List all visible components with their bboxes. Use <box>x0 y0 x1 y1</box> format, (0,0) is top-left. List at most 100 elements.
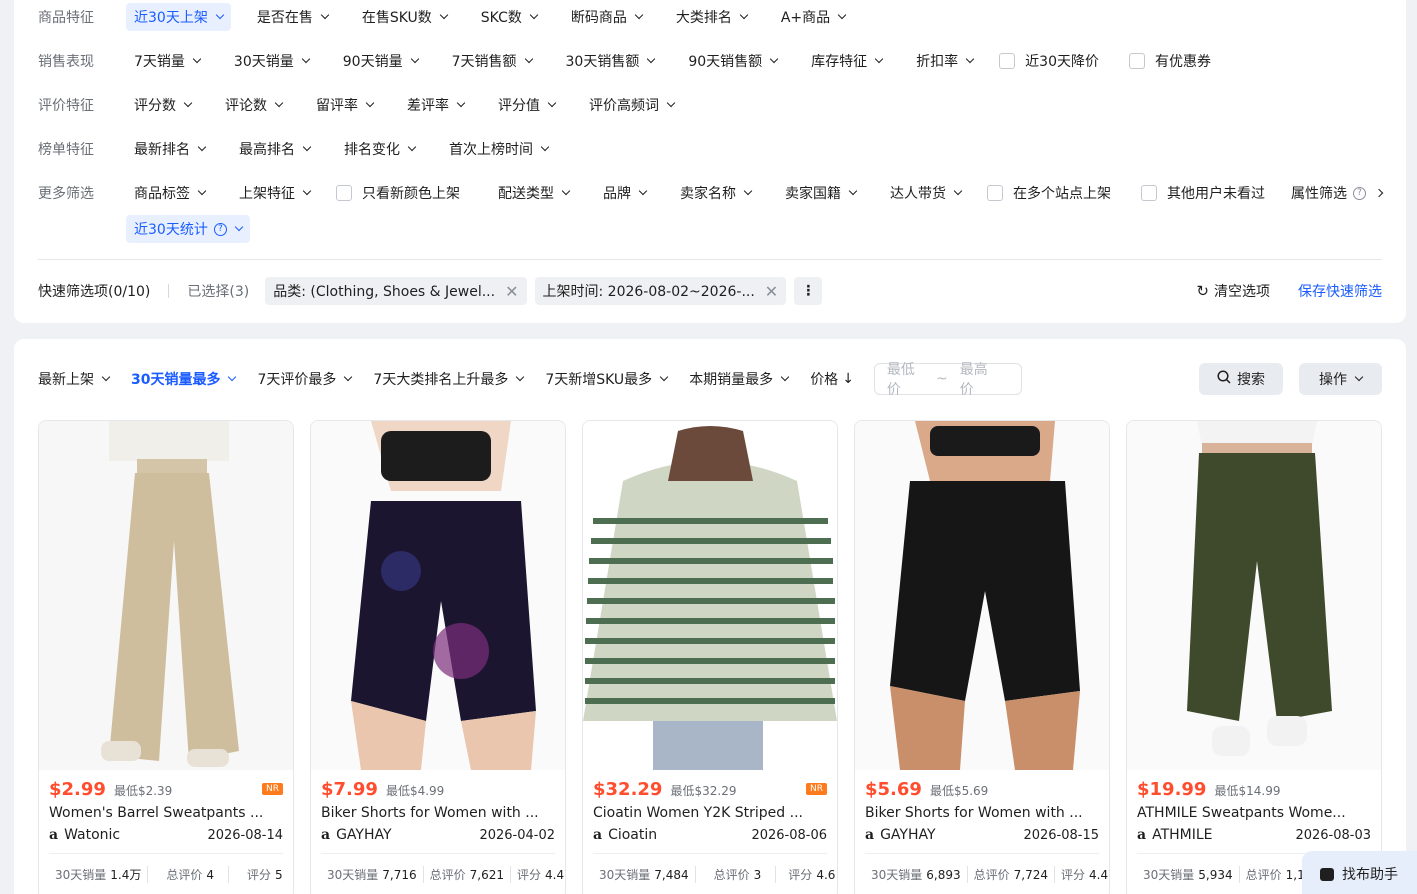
stat-label: 30天销量 <box>1143 868 1195 882</box>
product-title[interactable]: Cioatin Women Y2K Striped ... <box>593 805 827 821</box>
filter-chip-first-listed[interactable]: 首次上榜时间 <box>441 135 556 163</box>
product-title[interactable]: Biker Shorts for Women with ... <box>321 805 555 821</box>
filter-chip-review-count[interactable]: 评论数 <box>217 91 290 119</box>
seller-name[interactable]: Cioatin <box>608 827 657 843</box>
search-label: 搜索 <box>1237 372 1265 388</box>
checkbox-box[interactable] <box>987 185 1003 201</box>
sort-price[interactable]: 价格 ↓ <box>810 369 854 389</box>
sort-rank-rise[interactable]: 7天大类排名上升最多 <box>373 369 525 389</box>
product-image[interactable] <box>583 421 837 770</box>
close-icon[interactable]: ✕ <box>765 282 778 301</box>
filter-chip-skc-count[interactable]: SKC数 <box>473 3 545 31</box>
lowest-price: 最低$4.99 <box>385 784 445 798</box>
filter-chip-negative-rate[interactable]: 差评率 <box>399 91 472 119</box>
seller-name[interactable]: ATHMILE <box>1152 827 1212 843</box>
chip-label: 卖家国籍 <box>785 186 841 202</box>
filter-chip-product-tag[interactable]: 商品标签 <box>126 179 213 207</box>
product-card[interactable]: $7.99 最低$4.99 Biker Shorts for Women with… <box>310 420 566 894</box>
filter-chip-rating-value[interactable]: 评分值 <box>490 91 563 119</box>
fabric-assistant-button[interactable]: 找布助手 <box>1302 851 1417 894</box>
min-price-placeholder[interactable]: 最低价 <box>887 359 924 399</box>
filter-chip-category-rank[interactable]: 大类排名 <box>668 3 755 31</box>
clear-options-button[interactable]: ↻ 清空选项 <box>1196 281 1270 301</box>
filter-chip-review-keywords[interactable]: 评价高频词 <box>581 91 682 119</box>
chevron-down-icon <box>197 142 207 152</box>
checkbox-box[interactable] <box>1141 185 1157 201</box>
filter-chip-listing-feature[interactable]: 上架特征 <box>231 179 318 207</box>
max-price-placeholder[interactable]: 最高价 <box>960 359 997 399</box>
save-quick-filter-link[interactable]: 保存快速筛选 <box>1298 281 1382 301</box>
attribute-filter-link[interactable]: 属性筛选? <box>1291 183 1384 203</box>
product-title[interactable]: Women's Barrel Sweatpants ... <box>49 805 283 821</box>
chip-label: 评分值 <box>498 98 540 114</box>
close-icon[interactable]: ✕ <box>505 282 518 301</box>
sort-new-sku[interactable]: 7天新增SKU最多 <box>545 369 669 389</box>
product-card[interactable]: $19.99 最低$14.99 ATHMILE Sweatpants Wome..… <box>1126 420 1382 894</box>
checkbox-coupon[interactable]: 有优惠券 <box>1128 51 1211 71</box>
product-title[interactable]: Biker Shorts for Women with ... <box>865 805 1099 821</box>
filter-chip-discount[interactable]: 折扣率 <box>908 47 981 75</box>
filter-chip-sales90[interactable]: 90天销量 <box>335 47 426 75</box>
filter-chip-sales30[interactable]: 30天销量 <box>226 47 317 75</box>
checkbox-box[interactable] <box>999 53 1016 69</box>
sort-latest[interactable]: 最新上架 <box>38 369 111 389</box>
chip-label: 达人带货 <box>890 186 946 202</box>
sort-reviews7[interactable]: 7天评价最多 <box>257 369 353 389</box>
stat-reviews: 总评价 3 <box>696 866 777 883</box>
filter-chip-best-rank[interactable]: 最高排名 <box>231 135 318 163</box>
filter-chip-brand[interactable]: 品牌 <box>595 179 654 207</box>
filter-chip-inventory[interactable]: 库存特征 <box>803 47 890 75</box>
more-options-icon[interactable]: ⋮ <box>794 277 823 305</box>
checkbox-multi-site[interactable]: 在多个站点上架 <box>987 183 1111 203</box>
chip-label: A+商品 <box>780 10 831 26</box>
filter-chip-rank-change[interactable]: 排名变化 <box>336 135 423 163</box>
seller-name[interactable]: Watonic <box>64 827 120 843</box>
chevron-down-icon <box>439 10 449 20</box>
filter-chip-new30[interactable]: 近30天上架 <box>126 3 231 31</box>
checkbox-box[interactable] <box>336 185 352 201</box>
price: $19.99 <box>1137 779 1207 800</box>
product-title[interactable]: ATHMILE Sweatpants Wome... <box>1137 805 1371 821</box>
checkbox-new-color[interactable]: 只看新颜色上架 <box>336 183 460 203</box>
checkbox-price-drop[interactable]: 近30天降价 <box>999 51 1099 71</box>
product-image[interactable] <box>39 421 293 770</box>
filter-chip-revenue7[interactable]: 7天销售额 <box>444 47 540 75</box>
filter-chip-latest-rank[interactable]: 最新排名 <box>126 135 213 163</box>
chevron-down-icon <box>183 98 193 108</box>
sort-period-sales[interactable]: 本期销量最多 <box>689 369 790 389</box>
search-button[interactable]: 搜索 <box>1199 363 1283 395</box>
filter-chip-rating-count[interactable]: 评分数 <box>126 91 199 119</box>
refresh-icon: ↻ <box>1196 282 1209 300</box>
filter-chip-revenue30[interactable]: 30天销售额 <box>558 47 663 75</box>
filter-chip-stat30[interactable]: 近30天统计? <box>126 215 250 243</box>
product-image[interactable] <box>855 421 1109 770</box>
filter-chip-broken-size[interactable]: 断码商品 <box>563 3 650 31</box>
product-image[interactable] <box>1127 421 1381 770</box>
product-card[interactable]: $5.69 最低$5.69 Biker Shorts for Women with… <box>854 420 1110 894</box>
filter-chip-revenue90[interactable]: 90天销售额 <box>680 47 785 75</box>
product-card[interactable]: $2.99 最低$2.39 NR Women's Barrel Sweatpants… <box>38 420 294 894</box>
filter-chip-on-sale[interactable]: 是否在售 <box>249 3 336 31</box>
filter-chip-sales7[interactable]: 7天销量 <box>126 47 208 75</box>
price-range-input[interactable]: 最低价 ~ 最高价 <box>873 362 1022 398</box>
filter-row-stat: 近30天统计? <box>38 213 1382 245</box>
seller-name[interactable]: GAYHAY <box>880 827 935 843</box>
filter-chip-influencer[interactable]: 达人带货 <box>882 179 969 207</box>
checkbox-unseen[interactable]: 其他用户未看过 <box>1141 183 1265 203</box>
clear-label: 清空选项 <box>1214 284 1270 300</box>
product-card[interactable]: $32.29 最低$32.29 NR Cioatin Women Y2K Strip… <box>582 420 838 894</box>
filter-chip-seller-name[interactable]: 卖家名称 <box>672 179 759 207</box>
checkbox-box[interactable] <box>1128 53 1145 69</box>
filter-chip-aplus[interactable]: A+商品 <box>773 3 853 31</box>
sort-sales30[interactable]: 30天销量最多 <box>131 369 237 389</box>
product-image[interactable] <box>311 421 565 770</box>
filter-chip-sku-count[interactable]: 在售SKU数 <box>354 3 455 31</box>
chevron-down-icon <box>524 54 533 64</box>
filter-chip-review-rate[interactable]: 留评率 <box>308 91 381 119</box>
chevron-down-icon <box>666 98 676 108</box>
seller-name[interactable]: GAYHAY <box>336 827 391 843</box>
action-button[interactable]: 操作 <box>1299 363 1382 395</box>
stat-label: 30天销量 <box>327 868 379 882</box>
filter-chip-seller-country[interactable]: 卖家国籍 <box>777 179 864 207</box>
filter-chip-delivery[interactable]: 配送类型 <box>490 179 577 207</box>
